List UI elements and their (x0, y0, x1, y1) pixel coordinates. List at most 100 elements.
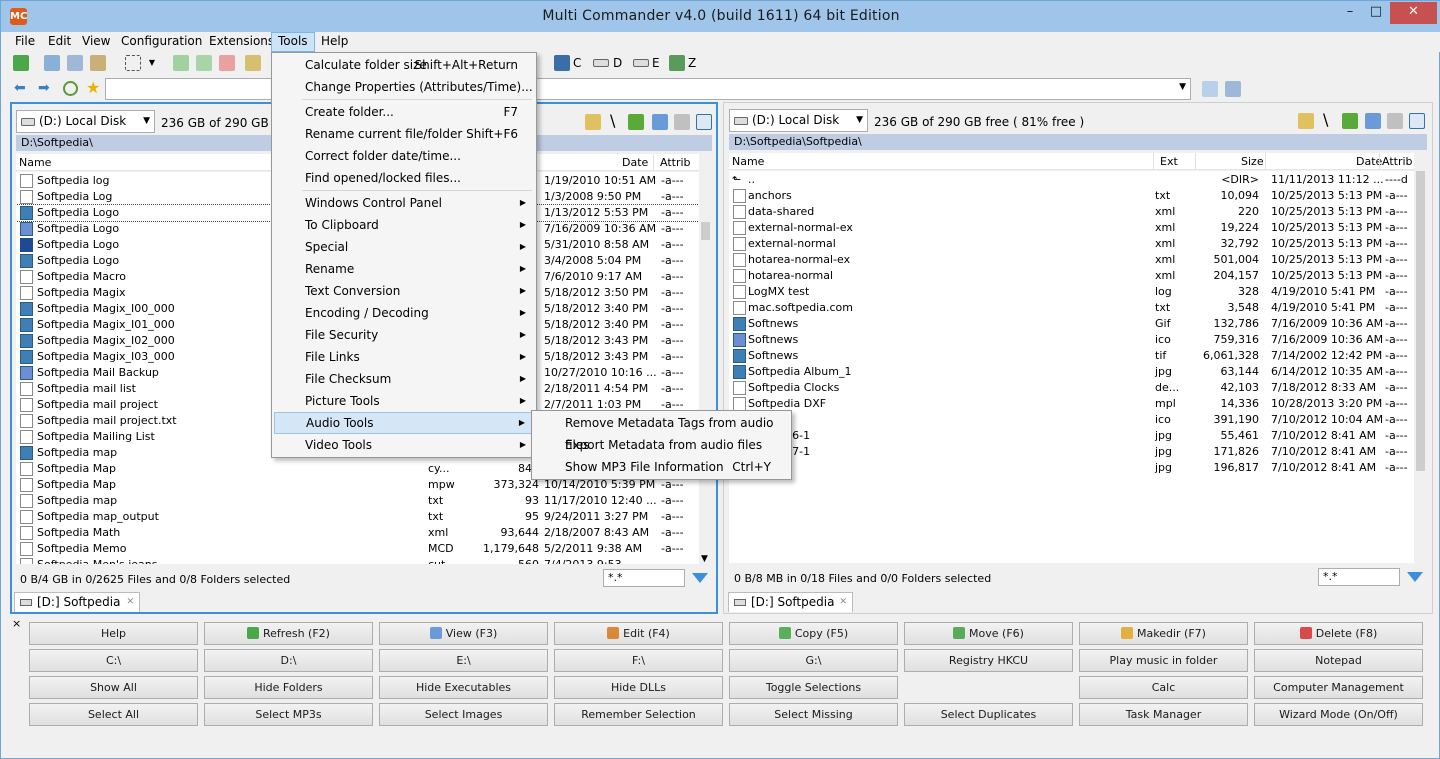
button-delete-f8[interactable]: Delete (F8) (1254, 622, 1423, 645)
scroll-thumb[interactable] (701, 222, 710, 240)
button-hide-folders[interactable]: Hide Folders (204, 676, 373, 699)
submenu-item-1[interactable]: Export Metadata from audio files (534, 434, 789, 456)
notes-icon[interactable] (1202, 81, 1218, 97)
menu-item-file-checksum[interactable]: File Checksum ▶ (274, 368, 534, 390)
drive-icon[interactable] (593, 59, 609, 67)
button-wizard-mode-on-off[interactable]: Wizard Mode (On/Off) (1254, 703, 1423, 726)
col-name[interactable]: Name (19, 156, 51, 169)
file-row[interactable]: external-normal xml 32,792 10/25/2013 5:13 … (729, 236, 1414, 252)
button-hide-executables[interactable]: Hide Executables (379, 676, 548, 699)
file-row[interactable]: Softpedia Album_1 jpg 63,144 6/14/2012 10:3… (729, 364, 1414, 380)
right-file-list[interactable]: ⬑.. <DIR> 11/11/2013 11:12 ... ----d anchors… (729, 171, 1414, 563)
path-input[interactable]: ▼ (105, 78, 1191, 100)
right-scrollbar[interactable] (1414, 171, 1427, 563)
menu-item-audio-tools[interactable]: Audio Tools ▶ (274, 412, 534, 434)
button-registry-hkcu[interactable]: Registry HKCU (904, 649, 1073, 672)
drive-e-label[interactable]: E (652, 56, 660, 70)
network-drive-icon[interactable] (669, 55, 685, 71)
menu-item-file-links[interactable]: File Links ▶ (274, 346, 534, 368)
menu-item-correct-folder-date-time[interactable]: Correct folder date/time... (274, 145, 534, 167)
menu-item-rename[interactable]: Rename ▶ (274, 258, 534, 280)
button-makedir-f7[interactable]: Makedir (F7) (1079, 622, 1248, 645)
button-copy-f5[interactable]: Copy (F5) (729, 622, 898, 645)
menu-item-special[interactable]: Special ▶ (274, 236, 534, 258)
button-select-images[interactable]: Select Images (379, 703, 548, 726)
col-date[interactable]: Date (622, 156, 648, 169)
left-drive-select[interactable]: (D:) Local Disk ▼ (16, 110, 155, 133)
root-icon[interactable]: \ (610, 111, 615, 130)
archive-icon[interactable] (245, 55, 261, 71)
drive-z-label[interactable]: Z (688, 56, 696, 70)
file-row[interactable]: Softnews Gif 132,786 7/16/2009 10:36 AM -a--… (729, 316, 1414, 332)
col-attrib[interactable]: Attrib (1382, 155, 1413, 168)
file-row[interactable]: hotarea-normal xml 204,157 10/25/2013 5:13 … (729, 268, 1414, 284)
scroll-thumb[interactable] (1416, 171, 1425, 471)
button-task-manager[interactable]: Task Manager (1079, 703, 1248, 726)
close-tab-icon[interactable]: ✕ (839, 593, 847, 611)
button-calc[interactable]: Calc (1079, 676, 1248, 699)
file-row[interactable]: Folderico391,1907/10/2012 10:04 AM-a--- (729, 412, 1414, 428)
file-row[interactable]: anchors txt 10,094 10/25/2013 5:13 PM -a--- (729, 188, 1414, 204)
button-notepad[interactable]: Notepad (1254, 649, 1423, 672)
file-row[interactable]: Softpedia map_output txt 95 9/24/2011 3:27 … (16, 509, 699, 525)
menu-view[interactable]: View (76, 32, 116, 52)
button-edit-f4[interactable]: Edit (F4) (554, 622, 723, 645)
menu-file[interactable]: File (9, 32, 41, 52)
close-tab-icon[interactable]: ✕ (126, 593, 134, 611)
file-row[interactable]: Softnews ico 759,316 7/16/2009 10:36 AM -a--… (729, 332, 1414, 348)
button-c[interactable]: C:\ (29, 649, 198, 672)
sync-icon[interactable] (652, 114, 668, 130)
right-path-bar[interactable]: D:\Softpedia\Softpedia\ (729, 134, 1427, 150)
select-icon[interactable] (125, 55, 141, 71)
tools-icon[interactable] (674, 114, 690, 130)
button-show-all[interactable]: Show All (29, 676, 198, 699)
col-ext[interactable]: Ext (1160, 155, 1178, 168)
left-filter-input[interactable]: *.* (603, 569, 685, 587)
file-row[interactable]: S2P-2-1jpg196,8177/10/2012 8:41 AM-a--- (729, 460, 1414, 476)
menu-item-create-folder[interactable]: Create folder... F7 (274, 101, 534, 123)
menu-edit[interactable]: Edit (42, 32, 77, 52)
root-icon[interactable]: \ (1323, 110, 1328, 129)
computer-icon[interactable] (554, 55, 570, 71)
button-f[interactable]: F:\ (554, 649, 723, 672)
delete-file-icon[interactable] (219, 55, 235, 71)
chevron-down-icon[interactable]: ▼ (1179, 82, 1186, 92)
button-refresh-f2[interactable]: Refresh (F2) (204, 622, 373, 645)
file-row[interactable]: Softpedia Clocks de... 42,103 7/18/2012 8:3… (729, 380, 1414, 396)
file-row[interactable]: Softpedia DXF mpl 14,336 10/28/2013 3:20 PM… (729, 396, 1414, 412)
back-icon[interactable]: ⬅ (14, 80, 26, 96)
menu-configuration[interactable]: Configuration (115, 32, 208, 52)
forward-icon[interactable]: ➡ (38, 80, 50, 96)
menu-item-change-properties-attributes-time[interactable]: Change Properties (Attributes/Time)... (274, 76, 534, 98)
col-attrib[interactable]: Attrib (660, 156, 691, 169)
favorites-star-icon[interactable]: ★ (86, 78, 100, 97)
file-row[interactable]: Softnews tif 6,061,328 7/14/2002 12:42 PM -a… (729, 348, 1414, 364)
file-row[interactable]: external-normal-ex xml 19,224 10/25/2013 5:… (729, 220, 1414, 236)
menu-item-rename-current-file-folder[interactable]: Rename current file/folder Shift+F6 (274, 123, 534, 145)
folder-tree-icon[interactable] (1298, 113, 1314, 129)
file-row[interactable]: Softpedia Men's jeans cut 560 7/4/2013 9:53… (16, 557, 699, 564)
view-mode-icon[interactable] (696, 114, 712, 130)
drive-icon[interactable] (633, 59, 649, 67)
col-name[interactable]: Name (732, 155, 764, 168)
filter-icon[interactable] (1407, 572, 1423, 582)
right-tab[interactable]: [D:] Softpedia ✕ (728, 592, 853, 612)
file-row[interactable]: ⬑.. <DIR> 11/11/2013 11:12 ... ----d (729, 172, 1414, 188)
menu-item-video-tools[interactable]: Video Tools ▶ (274, 434, 534, 456)
button-select-duplicates[interactable]: Select Duplicates (904, 703, 1073, 726)
file-row[interactable]: LogMX test log 328 4/19/2010 5:41 PM -a--- (729, 284, 1414, 300)
tools-icon[interactable] (1387, 113, 1403, 129)
button-hide-dlls[interactable]: Hide DLLs (554, 676, 723, 699)
button-computer-management[interactable]: Computer Management (1254, 676, 1423, 699)
paste-icon[interactable] (90, 55, 106, 71)
calculator-icon[interactable] (1225, 81, 1241, 97)
view-mode-icon[interactable] (1409, 113, 1425, 129)
file-row[interactable]: Images-7-1jpg171,8267/10/2012 8:41 AM-a-… (729, 444, 1414, 460)
submenu-item-0[interactable]: Remove Metadata Tags from audio files (534, 412, 789, 452)
file-row[interactable]: Softpedia Math xml 93,644 2/18/2007 8:43 AM… (16, 525, 699, 541)
history-icon[interactable] (63, 81, 78, 96)
folder-tree-icon[interactable] (585, 114, 601, 130)
refresh-icon[interactable] (13, 55, 29, 71)
button-bar-close-icon[interactable]: × (12, 617, 21, 630)
col-size[interactable]: Size (1241, 155, 1264, 168)
